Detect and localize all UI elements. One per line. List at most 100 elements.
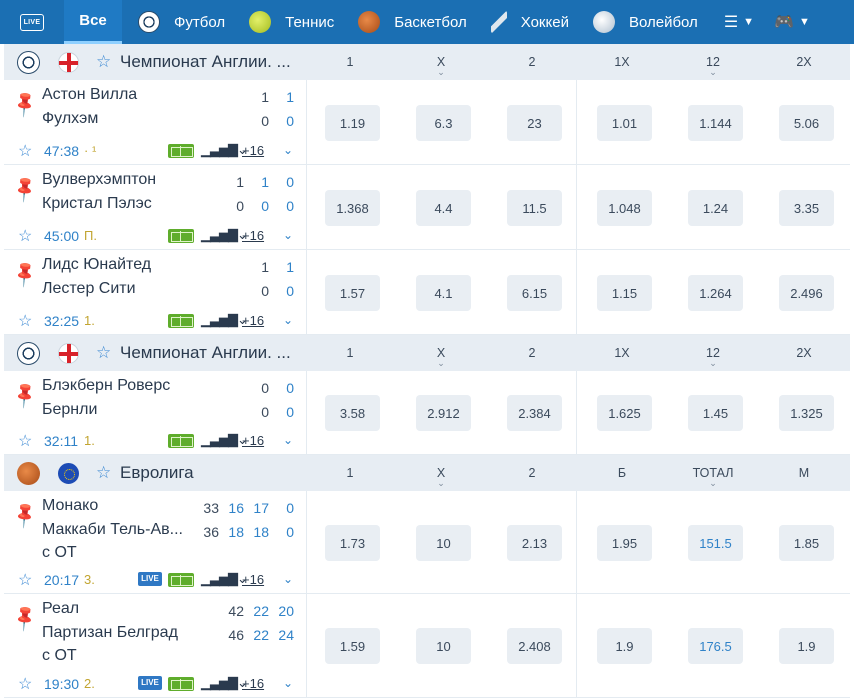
field-tracker-icon[interactable]: [168, 314, 194, 328]
pin-icon[interactable]: 📌: [10, 259, 41, 289]
odd-button[interactable]: 1.01: [597, 105, 652, 141]
team2-name[interactable]: Фулхэм: [42, 110, 98, 128]
stats-icon[interactable]: ▁▃▅▇⌄: [201, 312, 248, 328]
odd-button[interactable]: 1.24: [688, 190, 743, 226]
odd-button[interactable]: 2.13: [507, 525, 562, 561]
odd-button[interactable]: 151.5: [688, 525, 743, 561]
column-header[interactable]: 1X: [594, 55, 650, 69]
odd-button[interactable]: 2.496: [779, 275, 834, 311]
match-row[interactable]: 📌 Астон Вилла Фулхэм 1 0 1 0 ☆ 47:38 · ¹ ▁▃▅▇⌄ +16 ⌄…: [4, 80, 850, 165]
column-header[interactable]: 2X: [776, 55, 832, 69]
match-row[interactable]: 📌 Блэкберн Роверс Бернли 0 0 0 0 ☆ 32:11 1. ▁▃▅▇⌄ +…: [4, 371, 850, 455]
more-markets-link[interactable]: +16: [242, 143, 264, 158]
match-row[interactable]: 📌 Монако Маккаби Тель-Ав... с ОТ 33 36 16 18 17 1…: [4, 491, 850, 594]
odd-button[interactable]: 6.15: [507, 275, 562, 311]
more-markets-link[interactable]: +16: [242, 676, 264, 691]
favorite-star-icon[interactable]: ☆: [18, 226, 32, 246]
odd-button[interactable]: 1.73: [325, 525, 380, 561]
favorite-star-icon[interactable]: ☆: [96, 343, 111, 363]
sports-menu-button[interactable]: ☰ ▼: [698, 0, 754, 44]
column-header[interactable]: ТОТАЛ ⌄: [685, 466, 741, 488]
column-header[interactable]: 2: [504, 55, 560, 69]
chevron-down-icon[interactable]: ⌄: [283, 228, 293, 242]
odd-button[interactable]: 1.9: [779, 628, 834, 664]
league-header[interactable]: ☆ Чемпионат Англии. ... 1 X ⌄ 2 1X 12 ⌄ 2X: [4, 335, 850, 371]
column-header[interactable]: 1X: [594, 346, 650, 360]
more-markets-link[interactable]: +16: [242, 313, 264, 328]
column-header[interactable]: 2: [504, 346, 560, 360]
chevron-down-icon[interactable]: ⌄: [283, 143, 293, 157]
field-tracker-icon[interactable]: [168, 229, 194, 243]
tab-basketball[interactable]: Баскетбол: [358, 0, 467, 44]
chevron-down-icon[interactable]: ⌄: [283, 572, 293, 586]
column-header[interactable]: 2X: [776, 346, 832, 360]
team2-name[interactable]: Бернли: [42, 401, 97, 419]
odd-button[interactable]: 6.3: [416, 105, 471, 141]
team2-name[interactable]: Партизан Белград: [42, 624, 178, 642]
favorite-star-icon[interactable]: ☆: [96, 52, 111, 72]
odd-button[interactable]: 1.625: [597, 395, 652, 431]
column-header[interactable]: 1: [322, 55, 378, 69]
team2-name[interactable]: Маккаби Тель-Ав...: [42, 521, 183, 539]
favorite-star-icon[interactable]: ☆: [18, 431, 32, 451]
live-stream-badge[interactable]: LIVE: [138, 572, 162, 586]
odd-button[interactable]: 1.95: [597, 525, 652, 561]
column-header[interactable]: X ⌄: [413, 346, 469, 368]
odd-button[interactable]: 1.57: [325, 275, 380, 311]
odd-button[interactable]: 3.58: [325, 395, 380, 431]
odd-button[interactable]: 1.45: [688, 395, 743, 431]
match-row[interactable]: 📌 Реал Партизан Белград с ОТ 42 46 22 22 20 24 ☆ 19…: [4, 594, 850, 698]
favorite-star-icon[interactable]: ☆: [18, 141, 32, 161]
column-header[interactable]: 12 ⌄: [685, 55, 741, 77]
column-header[interactable]: X ⌄: [413, 55, 469, 77]
column-header[interactable]: 1: [322, 466, 378, 480]
column-header[interactable]: 2: [504, 466, 560, 480]
column-header[interactable]: X ⌄: [413, 466, 469, 488]
tab-volleyball[interactable]: Волейбол: [592, 0, 698, 44]
odd-button[interactable]: 4.4: [416, 190, 471, 226]
favorite-star-icon[interactable]: ☆: [96, 463, 111, 483]
odd-button[interactable]: 176.5: [688, 628, 743, 664]
odd-button[interactable]: 1.264: [688, 275, 743, 311]
column-header[interactable]: М: [776, 466, 832, 480]
column-header[interactable]: Б: [594, 466, 650, 480]
match-row[interactable]: 📌 Вулверхэмптон Кристал Пэлэс 1 0 1 0 0 0 ☆ 45:00 П…: [4, 165, 850, 250]
tab-hockey[interactable]: Хоккей: [490, 0, 569, 44]
odd-button[interactable]: 10: [416, 525, 471, 561]
field-tracker-icon[interactable]: [168, 677, 194, 691]
stats-icon[interactable]: ▁▃▅▇⌄: [201, 432, 248, 448]
chevron-down-icon[interactable]: ⌄: [283, 433, 293, 447]
odd-button[interactable]: 23: [507, 105, 562, 141]
odd-button[interactable]: 2.912: [416, 395, 471, 431]
pin-icon[interactable]: 📌: [10, 89, 41, 119]
pin-icon[interactable]: 📌: [10, 500, 41, 530]
match-row[interactable]: 📌 Лидс Юнайтед Лестер Сити 1 0 1 0 ☆ 32:25 1. ▁▃▅▇…: [4, 250, 850, 335]
stats-icon[interactable]: ▁▃▅▇⌄: [201, 142, 248, 158]
tab-tennis[interactable]: Теннис: [249, 0, 334, 44]
field-tracker-icon[interactable]: [168, 144, 194, 158]
odd-button[interactable]: 1.15: [597, 275, 652, 311]
odd-button[interactable]: 3.35: [779, 190, 834, 226]
odd-button[interactable]: 2.384: [507, 395, 562, 431]
pin-icon[interactable]: 📌: [10, 380, 41, 410]
pin-icon[interactable]: 📌: [10, 174, 41, 204]
esports-menu-button[interactable]: 🎮 ▼: [754, 0, 810, 44]
team1-name[interactable]: Монако: [42, 497, 98, 515]
more-markets-link[interactable]: +16: [242, 572, 264, 587]
chevron-down-icon[interactable]: ⌄: [283, 313, 293, 327]
odd-button[interactable]: 5.06: [779, 105, 834, 141]
favorite-star-icon[interactable]: ☆: [18, 570, 32, 590]
tab-all[interactable]: Все: [64, 0, 122, 44]
team2-name[interactable]: Кристал Пэлэс: [42, 195, 152, 213]
stats-icon[interactable]: ▁▃▅▇⌄: [201, 227, 248, 243]
odd-button[interactable]: 10: [416, 628, 471, 664]
odd-button[interactable]: 1.9: [597, 628, 652, 664]
more-markets-link[interactable]: +16: [242, 228, 264, 243]
column-header[interactable]: 1: [322, 346, 378, 360]
odd-button[interactable]: 2.408: [507, 628, 562, 664]
field-tracker-icon[interactable]: [168, 434, 194, 448]
league-header[interactable]: ☆ Чемпионат Англии. ... 1 X ⌄ 2 1X 12 ⌄ 2X: [4, 44, 850, 80]
odd-button[interactable]: 1.85: [779, 525, 834, 561]
more-markets-link[interactable]: +16: [242, 433, 264, 448]
odd-button[interactable]: 1.144: [688, 105, 743, 141]
